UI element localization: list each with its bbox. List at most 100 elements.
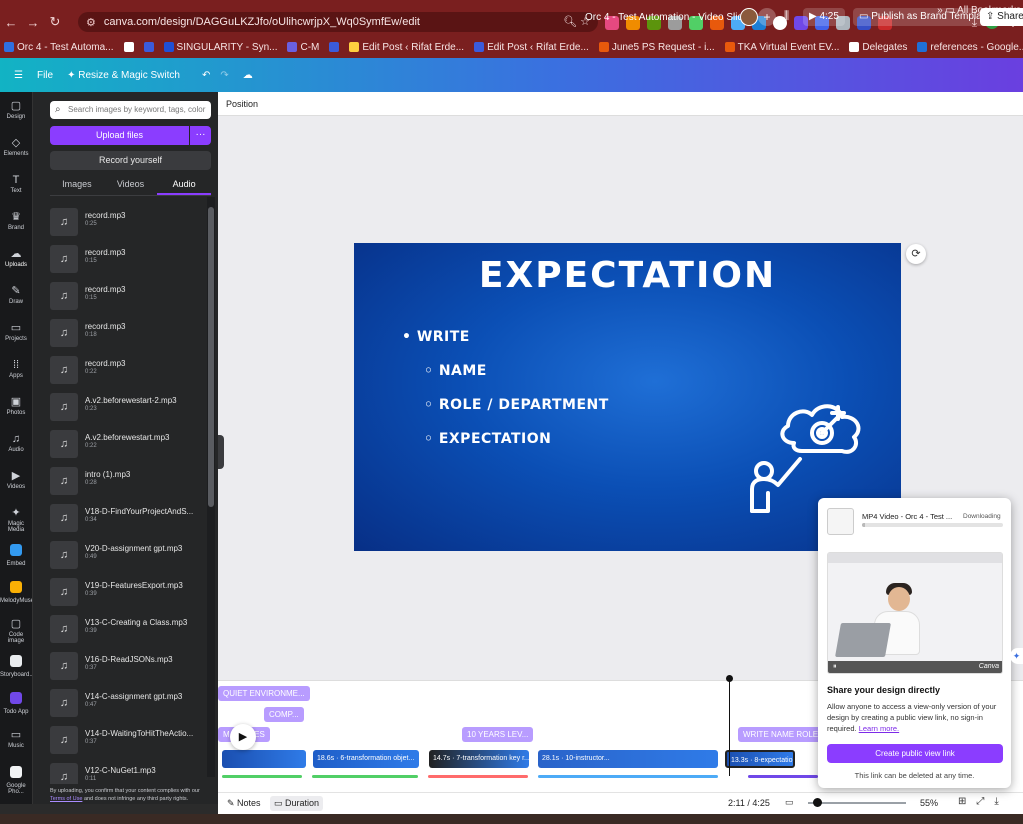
rail-item-storyboard[interactable]: Storyboard... bbox=[0, 655, 34, 678]
timeline-clip[interactable]: 18.6s · 6-transformation objet... bbox=[313, 750, 419, 768]
tab-images[interactable]: Images bbox=[50, 176, 104, 195]
bookmark-item[interactable]: references - Google... bbox=[917, 42, 1023, 53]
audio-list-item[interactable]: ♫ record.mp3 0:22 bbox=[50, 352, 210, 389]
fullscreen-icon[interactable]: ⤢ bbox=[976, 796, 984, 807]
bookmark-item[interactable] bbox=[123, 42, 134, 52]
rail-item-magic-media[interactable]: ✦ Magic Media bbox=[0, 507, 32, 533]
regenerate-icon[interactable]: ⟳ bbox=[906, 244, 926, 264]
rail-item-uploads[interactable]: ☁ Uploads bbox=[0, 248, 32, 268]
zoom-level[interactable]: 55% bbox=[920, 798, 938, 808]
play-icon[interactable]: ▶ bbox=[230, 724, 256, 750]
audio-track[interactable] bbox=[222, 775, 302, 778]
slide-bullet[interactable]: ◦ NAME bbox=[424, 363, 487, 379]
redo-icon[interactable]: ↷ bbox=[220, 70, 228, 81]
bookmark-item[interactable]: Edit Post ‹ Rifat Erde... bbox=[349, 42, 464, 53]
audio-list-item[interactable]: ♫ A.v2.beforewestart.mp3 0:22 bbox=[50, 426, 210, 463]
rail-item-todo-app[interactable]: Todo App bbox=[0, 692, 32, 715]
share-preview-video[interactable]: ⏸ Canva bbox=[827, 552, 1003, 674]
audio-list-item[interactable]: ♫ V20-D-assignment gpt.mp3 0:49 bbox=[50, 537, 210, 574]
audio-list-item[interactable]: ♫ V18-D-FindYourProjectAndS... 0:34 bbox=[50, 500, 210, 537]
bookmark-item[interactable]: C-M bbox=[287, 42, 319, 53]
panel-scrollbar-thumb[interactable] bbox=[208, 207, 214, 507]
audio-list-item[interactable]: ♫ record.mp3 0:25 bbox=[50, 204, 210, 241]
terms-link[interactable]: Terms of Use bbox=[50, 796, 82, 802]
search-input[interactable]: ⌕ Search images by keyword, tags, color bbox=[50, 101, 211, 119]
notes-button[interactable]: ✎ Notes bbox=[227, 798, 261, 809]
add-collaborator-button[interactable]: + bbox=[758, 8, 776, 26]
learn-more-link[interactable]: Learn more. bbox=[859, 724, 899, 733]
slide-bullet[interactable]: • WRITE bbox=[402, 329, 470, 345]
rail-item-music[interactable]: ▭ Music bbox=[0, 729, 32, 749]
rail-item-brand[interactable]: ♛ Brand bbox=[0, 211, 32, 231]
bookmark-item[interactable]: Edit Post ‹ Rifat Erde... bbox=[474, 42, 589, 53]
audio-list-item[interactable]: ♫ V12-C-NuGet1.mp3 0:11 bbox=[50, 759, 210, 784]
timeline-clip[interactable]: 13.3s · 8-expectation bbox=[725, 750, 795, 768]
rail-item-text[interactable]: T Text bbox=[0, 174, 32, 194]
audio-list-item[interactable]: ♫ record.mp3 0:15 bbox=[50, 278, 210, 315]
audio-list-item[interactable]: ♫ V19-D-FeaturesExport.mp3 0:39 bbox=[50, 574, 210, 611]
timeline-element-tag[interactable]: 10 YEARS LEV... bbox=[462, 727, 534, 742]
audio-track[interactable] bbox=[538, 775, 718, 778]
rail-item-code-image[interactable]: ▢ Code image bbox=[0, 618, 32, 644]
audio-list-item[interactable]: ♫ record.mp3 0:18 bbox=[50, 315, 210, 352]
rail-item-projects[interactable]: ▭ Projects bbox=[0, 322, 32, 342]
collaborator-avatar[interactable] bbox=[740, 8, 758, 26]
preview-controls[interactable]: ⏸ Canva bbox=[828, 661, 1002, 673]
magic-assist-icon[interactable]: ✦ bbox=[1010, 648, 1023, 664]
audio-track[interactable] bbox=[312, 775, 418, 778]
display-mode-icon[interactable]: ▭ bbox=[785, 797, 794, 808]
bookmark-item[interactable]: Delegates bbox=[849, 42, 907, 53]
audio-list-item[interactable]: ♫ V14-D-WaitingToHitTheActio... 0:37 bbox=[50, 722, 210, 759]
site-settings-icon[interactable]: ⚙ bbox=[86, 16, 96, 29]
rail-item-design[interactable]: ▢ Design bbox=[0, 100, 32, 120]
rail-item-apps[interactable]: ⁞⁞ Apps bbox=[0, 359, 32, 379]
timeline-playhead[interactable] bbox=[729, 676, 730, 776]
audio-list-item[interactable]: ♫ V14-C-assignment gpt.mp3 0:47 bbox=[50, 685, 210, 722]
file-menu[interactable]: File bbox=[37, 70, 53, 81]
resize-magic-switch[interactable]: ✦ Resize & Magic Switch bbox=[67, 70, 180, 81]
analytics-icon[interactable]: ⫼ bbox=[784, 10, 789, 23]
timeline-clip[interactable]: 28.1s · 10-instructor... bbox=[538, 750, 718, 768]
bookmark-item[interactable]: Orc 4 - Test Automa... bbox=[4, 42, 114, 53]
timeline-playhead-handle[interactable] bbox=[726, 675, 733, 682]
zoom-slider-handle[interactable] bbox=[812, 798, 822, 807]
publish-brand-template-button[interactable]: ▭ Publish as Brand Template bbox=[853, 8, 997, 26]
record-yourself-button[interactable]: Record yourself bbox=[50, 151, 211, 170]
forward-icon[interactable]: → bbox=[22, 15, 44, 30]
create-public-link-button[interactable]: Create public view link bbox=[827, 744, 1003, 763]
upload-more-button[interactable]: ··· bbox=[190, 126, 211, 145]
audio-list-item[interactable]: ♫ A.v2.beforewestart-2.mp3 0:23 bbox=[50, 389, 210, 426]
design-title[interactable]: Orc 4 - Test Automation - Video Slides bbox=[585, 12, 754, 23]
slide-bullet[interactable]: ◦ EXPECTATION bbox=[424, 431, 551, 447]
rail-item-videos[interactable]: ▶ Videos bbox=[0, 470, 32, 490]
bookmark-item[interactable] bbox=[329, 42, 340, 52]
slide-bullet[interactable]: ◦ ROLE / DEPARTMENT bbox=[424, 397, 609, 413]
bookmark-item[interactable]: SINGULARITY - Syn... bbox=[163, 42, 277, 53]
rail-item-elements[interactable]: ◇ Elements bbox=[0, 137, 32, 157]
bookmark-item[interactable] bbox=[143, 42, 154, 52]
audio-list-item[interactable]: ♫ record.mp3 0:15 bbox=[50, 241, 210, 278]
rail-item-embed[interactable]: Embed bbox=[0, 544, 32, 567]
audio-track[interactable] bbox=[428, 775, 528, 778]
timeline-element-tag[interactable]: QUIET ENVIRONME... bbox=[218, 686, 310, 701]
undo-icon[interactable]: ↶ bbox=[202, 70, 210, 81]
address-bar[interactable]: ⚙ canva.com/design/DAGGuLKZJfo/oUlihcwrj… bbox=[78, 12, 598, 32]
share-button[interactable]: ⇪ Share bbox=[980, 8, 1023, 26]
rail-item-photos[interactable]: ▣ Photos bbox=[0, 396, 32, 416]
timeline-element-tag[interactable]: COMP... bbox=[264, 707, 304, 722]
rail-item-melodymuse[interactable]: MelodyMuse bbox=[0, 581, 34, 604]
position-button[interactable]: Position bbox=[226, 99, 258, 109]
back-icon[interactable]: ← bbox=[0, 15, 22, 30]
upload-files-button[interactable]: Upload files bbox=[50, 126, 189, 145]
duration-button[interactable]: ▭ Duration bbox=[270, 796, 324, 811]
present-button[interactable]: ▶ 4:25 bbox=[803, 8, 845, 26]
audio-track[interactable] bbox=[748, 775, 818, 778]
rail-item-draw[interactable]: ✎ Draw bbox=[0, 285, 32, 305]
audio-list-item[interactable]: ♫ V13-C-Creating a Class.mp3 0:39 bbox=[50, 611, 210, 648]
bookmark-item[interactable]: TKA Virtual Event EV... bbox=[724, 42, 839, 53]
reload-icon[interactable]: ↻ bbox=[44, 14, 66, 30]
timeline-clip[interactable] bbox=[222, 750, 306, 768]
audio-list-item[interactable]: ♫ intro (1).mp3 0:28 bbox=[50, 463, 210, 500]
tab-videos[interactable]: Videos bbox=[104, 176, 158, 195]
tab-audio[interactable]: Audio bbox=[157, 176, 212, 195]
